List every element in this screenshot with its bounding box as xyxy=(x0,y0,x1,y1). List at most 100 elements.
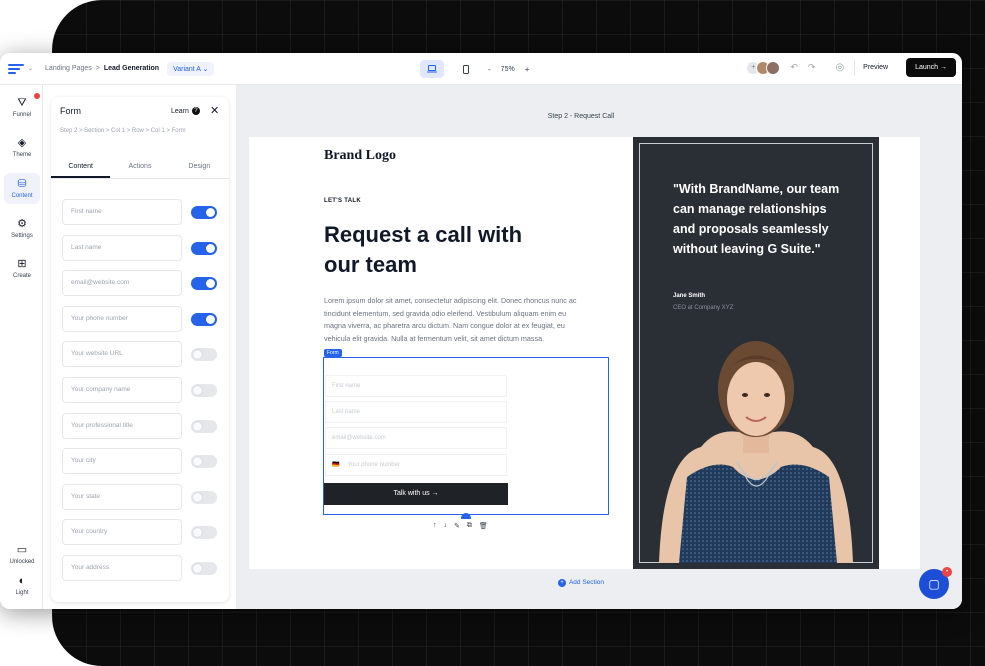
variant-label: Variant A xyxy=(173,65,201,73)
field-label-input[interactable]: Your address xyxy=(62,555,182,581)
plus-icon: + xyxy=(557,579,566,587)
preview-button[interactable]: Preview xyxy=(854,59,896,76)
close-icon[interactable]: ✕ xyxy=(210,104,219,117)
field-label-input[interactable]: Your professional title xyxy=(62,413,182,439)
editor-window: ⌄ Landing Pages > Lead Generation Varian… xyxy=(0,53,962,609)
field-label-input[interactable]: First name xyxy=(62,199,182,225)
top-toolbar: ⌄ Landing Pages > Lead Generation Varian… xyxy=(0,53,962,85)
sidebar-item-funnel[interactable]: ⛛ Funnel xyxy=(4,97,40,118)
tab-content[interactable]: Content xyxy=(51,155,111,178)
phone-placeholder: Your phone number xyxy=(347,462,400,468)
breadcrumb-separator: > xyxy=(95,65,100,72)
portrait-photo[interactable] xyxy=(653,327,859,563)
field-row: Your website URL xyxy=(62,341,220,367)
variant-selector[interactable]: Variant A ⌄ xyxy=(167,61,215,76)
field-toggle[interactable] xyxy=(191,384,217,397)
field-label-input[interactable]: Last name xyxy=(62,235,182,261)
check-circle-icon[interactable]: ◎ xyxy=(835,62,844,73)
add-section-label: Add Section xyxy=(568,579,605,586)
talk-with-us-button[interactable]: Talk with us → xyxy=(324,483,508,505)
eyebrow-text[interactable]: LET'S TALK xyxy=(324,198,361,204)
left-icon-sidebar: ⛛ Funnel ◈ Theme ⛁ Content ⚙ Settings ⊞ … xyxy=(0,85,43,609)
email-field[interactable]: email@website.com xyxy=(325,427,507,449)
brand-logo[interactable]: Brand Logo xyxy=(324,148,396,164)
launch-button[interactable]: Launch → xyxy=(906,58,956,77)
zoom-in-button[interactable]: + xyxy=(525,65,530,74)
phone-icon xyxy=(463,64,469,74)
duplicate-icon[interactable]: ⧉ xyxy=(467,522,472,530)
testimonial-role[interactable]: CEO at Company XYZ xyxy=(673,305,733,311)
field-label-input[interactable]: Your phone number xyxy=(62,306,182,332)
right-toolbar: + ↶ ↷ ◎ Preview Launch → xyxy=(746,58,956,77)
learn-link[interactable]: Learn ? xyxy=(171,107,200,115)
field-toggle[interactable] xyxy=(191,420,217,433)
monitor-icon: ▭ xyxy=(16,544,28,556)
move-up-icon[interactable]: ↑ xyxy=(433,522,437,530)
testimonial-panel: "With BrandName, our team can manage rel… xyxy=(633,137,879,569)
first-name-field[interactable]: First name xyxy=(325,375,507,397)
light-mode-icon: ◐ xyxy=(18,575,26,587)
settings-icon: ⚙ xyxy=(17,218,27,230)
chevron-down-icon[interactable]: ⌄ xyxy=(28,65,33,72)
field-toggle[interactable] xyxy=(191,206,217,219)
field-toggle[interactable] xyxy=(191,242,217,255)
field-row: First name xyxy=(62,199,220,225)
field-row: email@website.com xyxy=(62,270,220,296)
breadcrumb-landing-pages[interactable]: Landing Pages xyxy=(45,65,92,72)
sidebar-item-light[interactable]: ◐ Light xyxy=(4,575,40,596)
field-label-input[interactable]: Your company name xyxy=(62,377,182,403)
delete-icon[interactable]: 🗑 xyxy=(479,522,488,530)
tab-design[interactable]: Design xyxy=(170,155,229,178)
last-name-field[interactable]: Last name xyxy=(325,401,507,423)
country-code-select[interactable]: 🇩🇪 xyxy=(332,455,339,475)
sidebar-item-label: Theme xyxy=(12,152,32,158)
page-headline[interactable]: Request a call with our team xyxy=(324,220,554,280)
sidebar-item-unlocked[interactable]: ▭ Unlocked xyxy=(4,544,40,565)
sidebar-item-label: Create xyxy=(12,273,31,279)
sidebar-item-content[interactable]: ⛁ Content xyxy=(4,173,40,204)
move-down-icon[interactable]: ↓ xyxy=(444,522,448,530)
add-section-button[interactable]: + Add Section xyxy=(236,579,926,587)
testimonial-name[interactable]: Jane Smith xyxy=(673,293,705,299)
field-row: Your phone number xyxy=(62,306,220,332)
field-toggle[interactable] xyxy=(191,526,217,539)
field-label-input[interactable]: Your state xyxy=(62,484,182,510)
edit-icon[interactable]: ✎ xyxy=(454,522,460,530)
field-toggle[interactable] xyxy=(191,313,217,326)
field-label-input[interactable]: Your country xyxy=(62,519,182,545)
avatar xyxy=(766,60,781,75)
field-toggle[interactable] xyxy=(191,348,217,361)
field-label-input[interactable]: Your city xyxy=(62,448,182,474)
field-toggle[interactable] xyxy=(191,562,217,575)
element-toolbar: ↑ ↓ ✎ ⧉ 🗑 xyxy=(428,519,493,533)
sidebar-item-create[interactable]: ⊞ Create xyxy=(4,258,40,279)
sidebar-item-settings[interactable]: ⚙ Settings xyxy=(4,218,40,239)
chevron-down-icon: ⌄ xyxy=(202,65,209,73)
mobile-view-button[interactable] xyxy=(454,60,478,78)
body-copy[interactable]: Lorem ipsum dolor sit amet, consectetur … xyxy=(324,295,586,345)
field-row: Your state xyxy=(62,484,220,510)
redo-icon[interactable]: ↷ xyxy=(808,62,816,73)
field-toggle[interactable] xyxy=(191,277,217,290)
collaborators[interactable]: + xyxy=(746,60,781,75)
tab-actions[interactable]: Actions xyxy=(110,155,169,178)
field-label-input[interactable]: email@website.com xyxy=(62,270,182,296)
landing-page-preview: Brand Logo LET'S TALK Request a call wit… xyxy=(249,137,920,569)
field-toggle[interactable] xyxy=(191,455,217,468)
zoom-out-button[interactable]: - xyxy=(488,65,491,74)
learn-label: Learn xyxy=(171,107,189,115)
create-icon: ⊞ xyxy=(17,258,27,270)
help-icon: ? xyxy=(191,107,200,115)
sidebar-item-label: Light xyxy=(15,590,29,596)
sidebar-item-theme[interactable]: ◈ Theme xyxy=(4,137,40,158)
app-logo-icon[interactable] xyxy=(8,62,24,76)
undo-icon[interactable]: ↶ xyxy=(790,62,798,73)
field-label-input[interactable]: Your website URL xyxy=(62,341,182,367)
phone-field[interactable]: 🇩🇪 Your phone number xyxy=(325,454,507,476)
sidebar-item-label: Settings xyxy=(11,233,33,239)
desktop-view-button[interactable] xyxy=(420,60,444,78)
testimonial-quote[interactable]: "With BrandName, our team can manage rel… xyxy=(673,179,849,259)
sidebar-item-label: Content xyxy=(11,193,33,199)
field-toggle[interactable] xyxy=(191,491,217,504)
field-row: Your country xyxy=(62,519,220,545)
